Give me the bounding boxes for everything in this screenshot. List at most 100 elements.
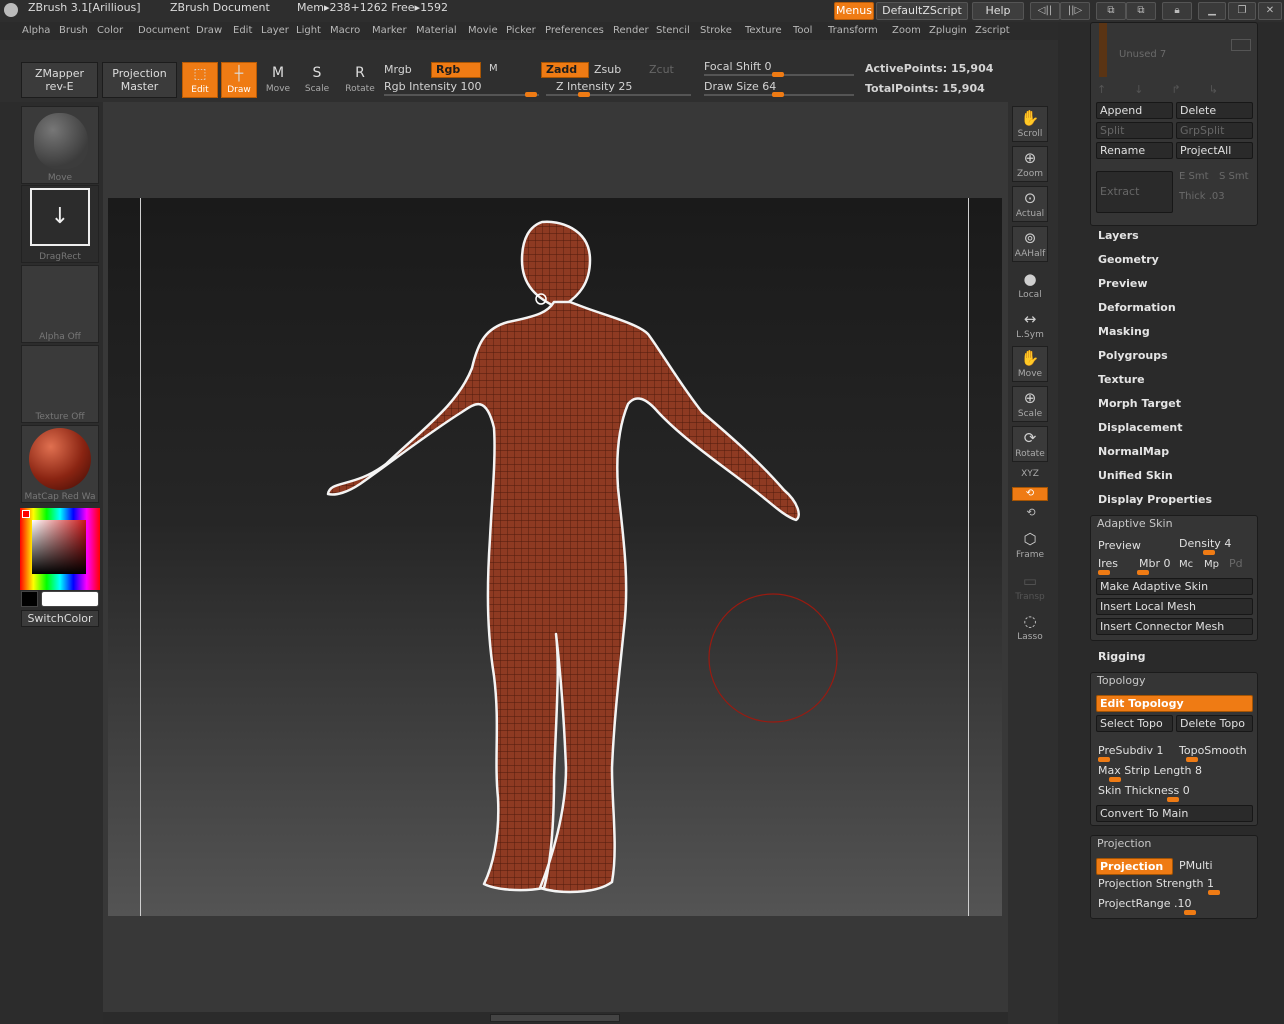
projection-toggle[interactable]: Projection — [1096, 858, 1173, 875]
project-range-slider[interactable]: ProjectRange .10 — [1098, 897, 1192, 910]
skin-thickness-knob[interactable] — [1167, 797, 1179, 802]
section-morph-target[interactable]: Morph Target — [1098, 397, 1181, 410]
split-button[interactable]: Split — [1096, 122, 1173, 139]
menu-render[interactable]: Render — [613, 25, 649, 36]
tray-left-icon[interactable]: ⧉ — [1096, 2, 1126, 20]
menu-color[interactable]: Color — [97, 25, 123, 36]
move-mode-button[interactable]: M Move — [260, 62, 296, 98]
section-masking[interactable]: Masking — [1098, 325, 1150, 338]
subtool-scroll-icon[interactable] — [1099, 23, 1107, 77]
e-smt-slider[interactable]: E Smt — [1179, 171, 1209, 182]
draw-size-slider[interactable]: Draw Size 64 — [704, 80, 776, 93]
presubdiv-slider[interactable]: PreSubdiv 1 — [1098, 744, 1163, 757]
draw-size-knob[interactable] — [772, 92, 784, 97]
section-preview[interactable]: Preview — [1098, 277, 1148, 290]
density-slider[interactable]: Density 4 — [1179, 537, 1231, 550]
zcut-toggle[interactable]: Zcut — [649, 63, 674, 76]
skin-thickness-slider[interactable]: Skin Thickness 0 — [1098, 784, 1190, 797]
projectall-button[interactable]: ProjectAll — [1176, 142, 1253, 159]
menu-draw[interactable]: Draw — [196, 25, 222, 36]
rgb-intensity-slider[interactable]: Rgb Intensity 100 — [384, 80, 481, 93]
restore-icon[interactable]: ❐ — [1228, 2, 1256, 20]
menu-brush[interactable]: Brush — [59, 25, 88, 36]
adaptive-skin-title[interactable]: Adaptive Skin — [1097, 517, 1173, 530]
subtool-arrow-row[interactable]: ↑↓↱↳ — [1097, 83, 1253, 97]
insert-local-mesh-button[interactable]: Insert Local Mesh — [1096, 598, 1253, 615]
make-adaptive-skin-button[interactable]: Make Adaptive Skin — [1096, 578, 1253, 595]
grpsplit-button[interactable]: GrpSplit — [1176, 122, 1253, 139]
zoom-button[interactable]: ⊕ Zoom — [1012, 146, 1048, 182]
layout-prev-icon[interactable]: ◁|| — [1030, 2, 1060, 20]
lsym-button[interactable]: ↔ L.Sym — [1012, 308, 1048, 344]
menu-tool[interactable]: Tool — [793, 25, 812, 36]
scroll-button[interactable]: ✋ Scroll — [1012, 106, 1048, 142]
z-intensity-slider[interactable]: Z Intensity 25 — [556, 80, 632, 93]
zadd-toggle[interactable]: Zadd — [541, 62, 589, 78]
rename-button[interactable]: Rename — [1096, 142, 1173, 159]
mbr-slider[interactable]: Mbr 0 — [1139, 557, 1171, 570]
projection-master-button[interactable]: Projection Master — [102, 62, 177, 98]
menu-zoom[interactable]: Zoom — [892, 25, 921, 36]
actual-button[interactable]: ⊙ Actual — [1012, 186, 1048, 222]
menu-material[interactable]: Material — [416, 25, 457, 36]
section-unified-skin[interactable]: Unified Skin — [1098, 469, 1173, 482]
local-button[interactable]: ● Local — [1012, 268, 1048, 304]
edit-mode-button[interactable]: ⬚ Edit — [182, 62, 218, 98]
projection-strength-knob[interactable] — [1208, 890, 1220, 895]
delete-button[interactable]: Delete — [1176, 102, 1253, 119]
mc-toggle[interactable]: Mc — [1179, 559, 1193, 570]
menu-transform[interactable]: Transform — [828, 25, 878, 36]
menu-stroke[interactable]: Stroke — [700, 25, 732, 36]
default-zscript-button[interactable]: DefaultZScript — [876, 2, 968, 20]
ires-slider[interactable]: Ires — [1098, 557, 1118, 570]
menu-texture[interactable]: Texture — [745, 25, 782, 36]
ires-knob[interactable] — [1098, 570, 1110, 575]
draw-mode-button[interactable]: ┼ Draw — [221, 62, 257, 98]
toposmooth-slider[interactable]: TopoSmooth — [1179, 744, 1247, 757]
select-topo-button[interactable]: Select Topo — [1096, 715, 1173, 732]
minimize-icon[interactable]: ▁ — [1198, 2, 1226, 20]
edit-topology-button[interactable]: Edit Topology — [1096, 695, 1253, 712]
insert-connector-mesh-button[interactable]: Insert Connector Mesh — [1096, 618, 1253, 635]
switch-color-button[interactable]: SwitchColor — [21, 610, 99, 627]
section-layers[interactable]: Layers — [1098, 229, 1139, 242]
canvas-scroll-handle[interactable] — [490, 1014, 620, 1022]
toposmooth-knob[interactable] — [1186, 757, 1198, 762]
mp-toggle[interactable]: Mp — [1204, 559, 1219, 570]
rgb-toggle[interactable]: Rgb — [431, 62, 481, 78]
color-picker-square[interactable] — [32, 520, 86, 574]
section-texture[interactable]: Texture — [1098, 373, 1145, 386]
menus-button[interactable]: Menus — [834, 2, 874, 20]
zsub-toggle[interactable]: Zsub — [594, 63, 621, 76]
extract-button[interactable]: Extract — [1096, 171, 1173, 213]
max-strip-length-knob[interactable] — [1109, 777, 1121, 782]
z-axis-rotate-icon[interactable]: ⟲ — [1024, 506, 1038, 520]
menu-marker[interactable]: Marker — [372, 25, 407, 36]
layout-next-icon[interactable]: ||▷ — [1060, 2, 1090, 20]
section-display-properties[interactable]: Display Properties — [1098, 493, 1212, 506]
presubdiv-knob[interactable] — [1098, 757, 1110, 762]
menu-movie[interactable]: Movie — [468, 25, 498, 36]
delete-topo-button[interactable]: Delete Topo — [1176, 715, 1253, 732]
mbr-knob[interactable] — [1137, 570, 1149, 575]
lock-icon[interactable]: 🔒︎ — [1162, 2, 1192, 20]
append-button[interactable]: Append — [1096, 102, 1173, 119]
max-strip-length-slider[interactable]: Max Strip Length 8 — [1098, 764, 1202, 777]
rotate-mode-button[interactable]: R Rotate — [342, 62, 378, 98]
menu-preferences[interactable]: Preferences — [545, 25, 604, 36]
z-intensity-track[interactable] — [546, 94, 691, 96]
menu-zscript[interactable]: Zscript — [975, 25, 1010, 36]
project-range-knob[interactable] — [1184, 910, 1196, 915]
main-color-swatch[interactable] — [41, 591, 99, 607]
rgb-intensity-knob[interactable] — [525, 92, 537, 97]
adaptive-preview-toggle[interactable]: Preview — [1098, 539, 1141, 552]
focal-shift-slider[interactable]: Focal Shift 0 — [704, 60, 772, 73]
move-button[interactable]: ✋ Move — [1012, 346, 1048, 382]
frame-button[interactable]: ⬡ Frame — [1012, 528, 1048, 564]
close-icon[interactable]: ✕ — [1258, 2, 1282, 20]
human-model-figure[interactable] — [108, 198, 1002, 916]
scale-button[interactable]: ⊕ Scale — [1012, 386, 1048, 422]
z-intensity-knob[interactable] — [578, 92, 590, 97]
m-toggle[interactable]: M — [489, 63, 498, 74]
menu-macro[interactable]: Macro — [330, 25, 360, 36]
